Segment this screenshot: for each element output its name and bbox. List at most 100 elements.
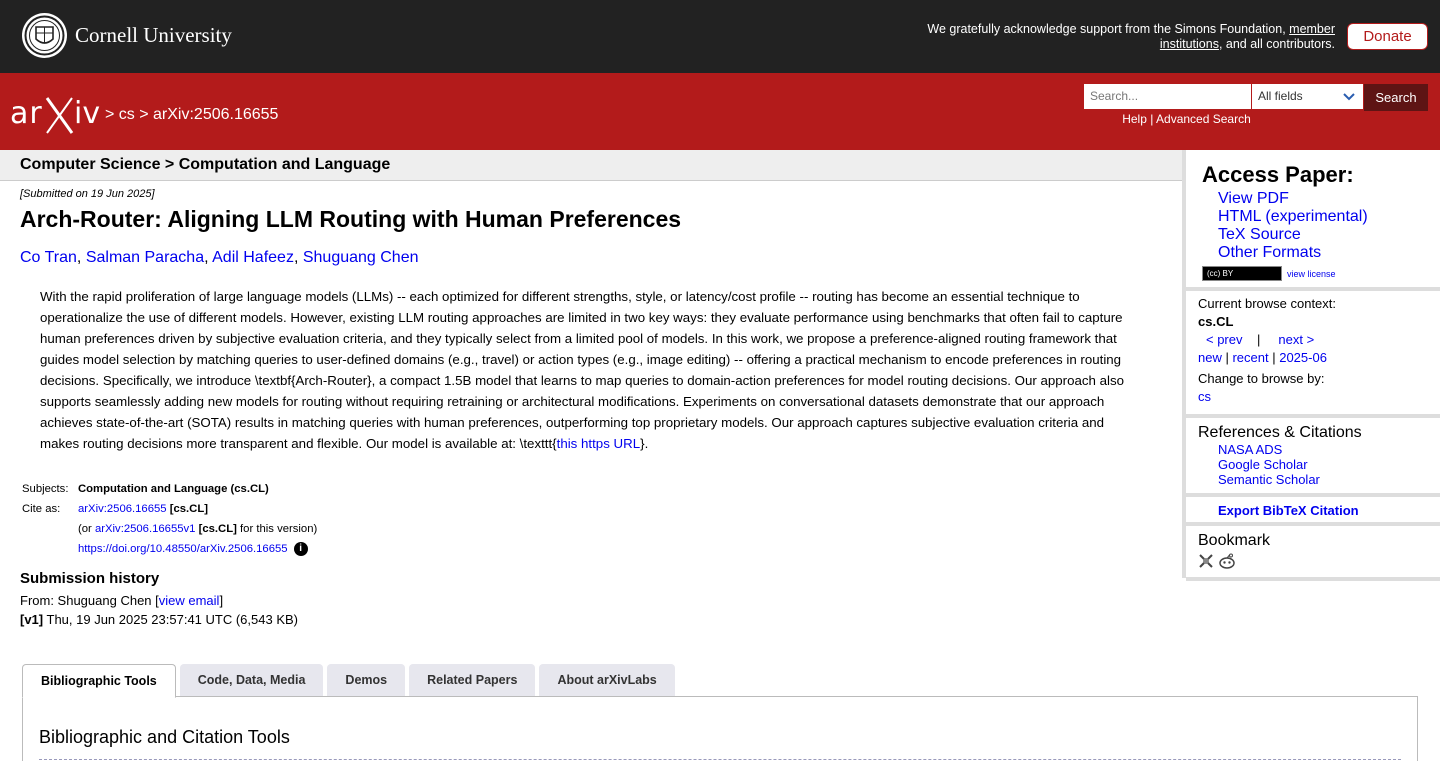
access-title: Access Paper:: [1202, 162, 1354, 187]
bibtex-box: Export BibTeX Citation: [1186, 497, 1440, 526]
new-link[interactable]: new: [1198, 350, 1222, 365]
doi-row: https://doi.org/10.48550/arXiv.2506.1665…: [22, 539, 317, 559]
date-link[interactable]: 2025-06: [1279, 350, 1327, 365]
info-icon[interactable]: i: [293, 542, 308, 557]
cite-cat: [cs.CL]: [166, 503, 208, 515]
from-end: ]: [219, 593, 224, 608]
cite-id-link[interactable]: arXiv:2506.16655: [78, 503, 167, 515]
author-link[interactable]: Salman Paracha: [86, 249, 204, 266]
cite-v1-link[interactable]: arXiv:2506.16655v1: [95, 523, 196, 535]
search-input[interactable]: Search...: [1084, 84, 1251, 109]
tab-code-data-media[interactable]: Code, Data, Media: [179, 664, 324, 696]
context-value: cs.CL: [1198, 314, 1234, 329]
svg-text:ar: ar: [10, 96, 43, 131]
cite-version-row: (or arXiv:2506.16655v1 [cs.CL] for this …: [22, 519, 317, 539]
reddit-icon[interactable]: [1218, 553, 1236, 569]
metadata-table: Subjects: Computation and Language (cs.C…: [22, 479, 317, 559]
version-v1: [v1] Thu, 19 Jun 2025 23:57:41 UTC (6,54…: [20, 612, 298, 627]
author-link[interactable]: Co Tran: [20, 249, 77, 266]
abstract-url-link[interactable]: this https URL: [557, 436, 641, 451]
or-cat: [cs.CL]: [195, 523, 237, 535]
browse-context-box: Current browse context: cs.CL < prev | n…: [1186, 291, 1440, 418]
help-link[interactable]: Help: [1122, 112, 1147, 126]
submitted-date: [Submitted on 19 Jun 2025]: [20, 188, 155, 200]
bookmark-box: Bookmark: [1186, 526, 1440, 581]
acknowledgement: We gratefully acknowledge support from t…: [915, 22, 1335, 52]
tex-source-link[interactable]: TeX Source: [1218, 226, 1301, 243]
recent-link[interactable]: recent: [1232, 350, 1268, 365]
license: (cc) BY view license: [1198, 266, 1440, 287]
search-button[interactable]: Search: [1364, 84, 1428, 111]
nasa-ads-link[interactable]: NASA ADS: [1218, 442, 1282, 457]
help-sep: |: [1146, 112, 1157, 126]
view-license-link[interactable]: view license: [1287, 269, 1336, 279]
view-email-link[interactable]: view email: [159, 593, 220, 608]
export-bibtex-link[interactable]: Export BibTeX Citation: [1218, 503, 1359, 518]
category-header: Computer Science > Computation and Langu…: [0, 150, 1182, 181]
submission-from: From: Shuguang Chen [view email]: [20, 593, 223, 608]
doi-link[interactable]: https://doi.org/10.48550/arXiv.2506.1665…: [78, 543, 288, 555]
labs-tabs: Bibliographic Tools Code, Data, Media De…: [22, 664, 679, 698]
author-link[interactable]: Shuguang Chen: [303, 249, 419, 266]
help-links: Help | Advanced Search: [1084, 112, 1289, 126]
svg-text:iv: iv: [74, 96, 100, 131]
arxiv-logo-mark: ar iv: [10, 96, 100, 134]
html-link[interactable]: HTML (experimental): [1218, 208, 1368, 225]
search-field-select[interactable]: All fields: [1252, 84, 1363, 109]
advanced-search-link[interactable]: Advanced Search: [1156, 112, 1251, 126]
google-scholar-link[interactable]: Google Scholar: [1218, 457, 1308, 472]
or-prefix: (or: [78, 523, 95, 535]
category-path: Computer Science > Computation and Langu…: [20, 156, 391, 173]
v1-label: [v1]: [20, 612, 44, 627]
prev-link[interactable]: < prev: [1206, 332, 1243, 347]
paper-title: Arch-Router: Aligning LLM Routing with H…: [20, 206, 682, 232]
donate-button[interactable]: Donate: [1347, 23, 1428, 50]
v1-text: Thu, 19 Jun 2025 23:57:41 UTC (6,543 KB): [43, 612, 299, 627]
abstract-text: With the rapid proliferation of large la…: [40, 289, 1125, 451]
panel-divider: [39, 759, 1401, 760]
next-link[interactable]: next >: [1278, 332, 1314, 347]
view-pdf-link[interactable]: View PDF: [1218, 190, 1289, 207]
subjects-value: Computation and Language (cs.CL): [78, 483, 269, 495]
tab-about-arxivlabs[interactable]: About arXivLabs: [539, 664, 675, 696]
context-links: new | recent | 2025-06: [1198, 350, 1327, 365]
cornell-seal-icon: [22, 13, 67, 58]
bibsonomy-icon[interactable]: [1198, 553, 1214, 569]
chevron-down-icon: [1343, 93, 1355, 101]
subjects-label: Subjects:: [22, 483, 69, 495]
cite-row: Cite as: arXiv:2506.16655 [cs.CL]: [22, 499, 317, 519]
change-browse-label: Change to browse by:: [1198, 371, 1325, 386]
cornell-name: Cornell University: [75, 23, 232, 47]
tab-panel: Bibliographic and Citation Tools: [22, 696, 1418, 761]
arxiv-logo[interactable]: ar iv: [10, 93, 102, 140]
or-suffix: for this version): [236, 523, 318, 535]
abstract-end: }.: [640, 436, 649, 451]
sidebar: Access Paper: View PDF HTML (experimenta…: [1182, 150, 1440, 581]
cornell-logo[interactable]: Cornell University: [22, 13, 232, 58]
tab-demos[interactable]: Demos: [327, 664, 406, 696]
context-nav: < prev | next >: [1206, 332, 1315, 347]
breadcrumb[interactable]: > cs > arXiv:2506.16655: [105, 106, 278, 124]
references-box: References & Citations NASA ADS Google S…: [1186, 418, 1440, 497]
panel-title: Bibliographic and Citation Tools: [39, 727, 290, 747]
tab-related-papers[interactable]: Related Papers: [409, 664, 536, 696]
access-paper-box: Access Paper: View PDF HTML (experimenta…: [1186, 150, 1440, 291]
references-list: NASA ADS Google Scholar Semantic Scholar: [1198, 442, 1440, 493]
abstract: With the rapid proliferation of large la…: [40, 286, 1130, 454]
tab-bibliographic-tools[interactable]: Bibliographic Tools: [22, 664, 176, 698]
author-list: Co Tran, Salman Paracha, Adil Hafeez, Sh…: [20, 249, 419, 266]
bookmark-icons: [1198, 550, 1440, 577]
browse-cs-link[interactable]: cs: [1198, 389, 1211, 404]
search-field-value: All fields: [1258, 89, 1303, 103]
cc-license-icon[interactable]: (cc) BY: [1202, 266, 1282, 281]
other-formats-link[interactable]: Other Formats: [1218, 244, 1321, 261]
author-link[interactable]: Adil Hafeez: [212, 249, 294, 266]
arxiv-header: ar iv > cs > arXiv:2506.16655 Search... …: [0, 73, 1440, 150]
ack-tail: , and all contributors.: [1218, 37, 1335, 51]
subjects-row: Subjects: Computation and Language (cs.C…: [22, 479, 317, 499]
cornell-header: Cornell University We gratefully acknowl…: [0, 0, 1440, 73]
from-text: From: Shuguang Chen [: [20, 593, 159, 608]
semantic-scholar-link[interactable]: Semantic Scholar: [1218, 472, 1320, 487]
ack-text: We gratefully acknowledge support from t…: [927, 22, 1290, 36]
submission-history-title: Submission history: [20, 570, 160, 587]
